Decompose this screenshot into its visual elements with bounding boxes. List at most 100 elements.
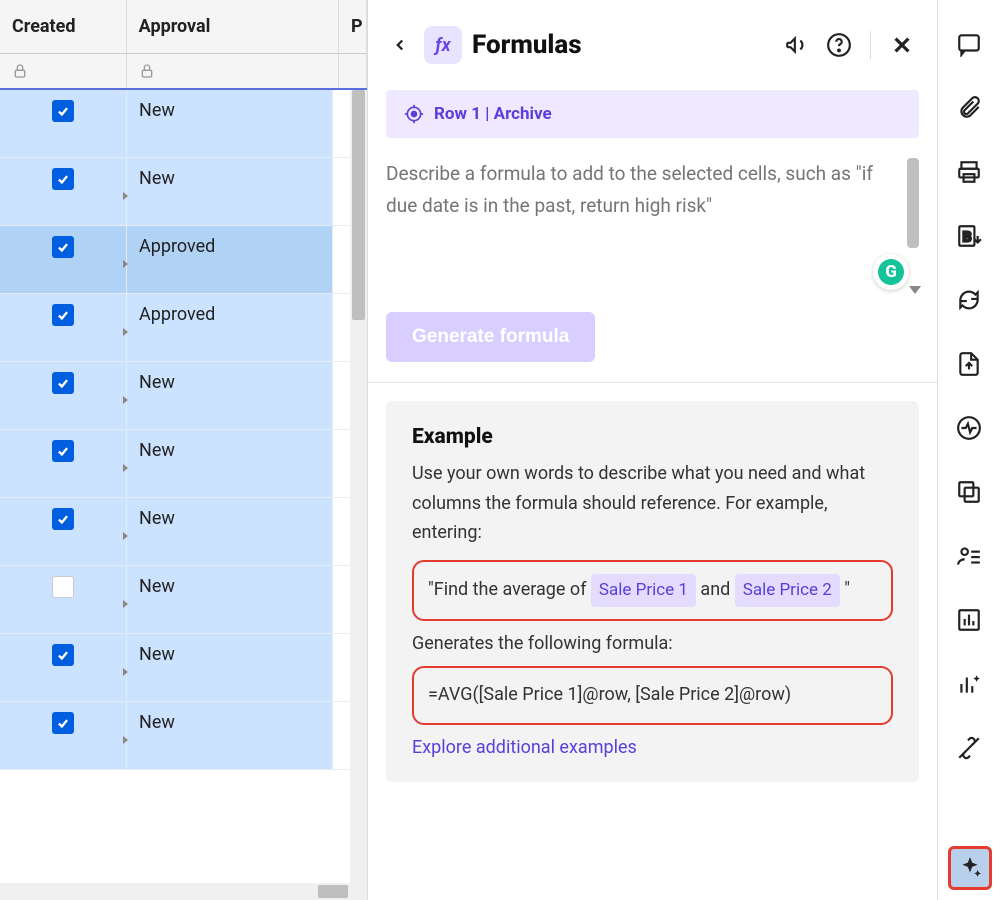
created-cell[interactable] <box>0 362 127 429</box>
context-label: Row 1 | Archive <box>434 104 552 124</box>
bold-download-icon[interactable]: B <box>953 220 985 252</box>
expand-caret-icon[interactable] <box>123 396 128 404</box>
horizontal-scrollbar[interactable] <box>0 883 350 900</box>
approval-cell[interactable]: New <box>127 158 333 225</box>
checkbox[interactable] <box>52 576 74 598</box>
activity-icon[interactable] <box>953 412 985 444</box>
divider <box>368 382 937 383</box>
chevron-down-icon[interactable] <box>909 286 921 294</box>
file-upload-icon[interactable] <box>953 348 985 380</box>
created-cell[interactable] <box>0 566 127 633</box>
back-button[interactable] <box>386 31 414 59</box>
table-row[interactable]: Approved <box>0 294 367 362</box>
ai-assistant-button[interactable] <box>948 846 992 890</box>
people-icon[interactable] <box>953 540 985 572</box>
expand-caret-icon[interactable] <box>123 668 128 676</box>
table-row[interactable]: New <box>0 90 367 158</box>
created-cell[interactable] <box>0 90 127 157</box>
table-row[interactable]: New <box>0 158 367 226</box>
approval-cell[interactable]: New <box>127 362 333 429</box>
grid-body: NewNewApprovedApprovedNewNewNewNewNewNew <box>0 90 367 900</box>
close-icon[interactable] <box>885 28 919 62</box>
approval-cell[interactable]: New <box>127 566 333 633</box>
expand-caret-icon[interactable] <box>123 464 128 472</box>
approval-cell[interactable]: New <box>127 634 333 701</box>
panel-title: Formulas <box>472 30 770 60</box>
example-heading: Example <box>412 425 893 449</box>
table-row[interactable]: New <box>0 362 367 430</box>
approval-cell[interactable]: Approved <box>127 226 333 293</box>
explore-examples-link[interactable]: Explore additional examples <box>412 737 637 758</box>
created-cell[interactable] <box>0 702 127 769</box>
example-quote-trailing: " <box>840 579 850 600</box>
table-row[interactable]: Approved <box>0 226 367 294</box>
table-row[interactable]: New <box>0 498 367 566</box>
created-cell[interactable] <box>0 226 127 293</box>
example-formula: =AVG([Sale Price 1]@row, [Sale Price 2]@… <box>428 684 791 705</box>
table-row[interactable]: New <box>0 634 367 702</box>
column-chip-sale-price-1: Sale Price 1 <box>591 574 696 607</box>
checkbox[interactable] <box>52 304 74 326</box>
grammarly-icon[interactable]: G <box>873 254 909 290</box>
checkbox[interactable] <box>52 100 74 122</box>
expand-caret-icon[interactable] <box>123 192 128 200</box>
connect-icon[interactable] <box>953 732 985 764</box>
approval-cell[interactable]: New <box>127 90 333 157</box>
approval-cell[interactable]: New <box>127 498 333 565</box>
created-cell[interactable] <box>0 158 127 225</box>
lock-icon <box>127 54 339 88</box>
checkbox[interactable] <box>52 508 74 530</box>
attachments-icon[interactable] <box>953 92 985 124</box>
expand-caret-icon[interactable] <box>123 736 128 744</box>
formula-description-input[interactable] <box>386 158 919 268</box>
horizontal-scrollbar-thumb[interactable] <box>318 885 348 898</box>
expand-caret-icon[interactable] <box>123 600 128 608</box>
expand-caret-icon[interactable] <box>123 328 128 336</box>
column-header-p[interactable]: P <box>339 0 367 53</box>
expand-caret-icon[interactable] <box>123 532 128 540</box>
checkbox[interactable] <box>52 644 74 666</box>
example-description: Use your own words to describe what you … <box>412 459 893 548</box>
lock-row <box>0 54 367 90</box>
chart-icon[interactable] <box>953 604 985 636</box>
formula-input-area: G <box>386 158 919 272</box>
refresh-icon[interactable] <box>953 284 985 316</box>
checkbox[interactable] <box>52 168 74 190</box>
megaphone-icon[interactable] <box>780 28 814 62</box>
example-quote-middle: and <box>696 579 735 600</box>
approval-cell[interactable]: New <box>127 430 333 497</box>
ai-chart-icon[interactable] <box>953 668 985 700</box>
example-card: Example Use your own words to describe w… <box>386 401 919 782</box>
checkbox[interactable] <box>52 236 74 258</box>
created-cell[interactable] <box>0 498 127 565</box>
created-cell[interactable] <box>0 430 127 497</box>
column-header-approval[interactable]: Approval <box>127 0 339 53</box>
expand-caret-icon[interactable] <box>123 260 128 268</box>
approval-cell[interactable]: New <box>127 702 333 769</box>
approval-cell[interactable]: Approved <box>127 294 333 361</box>
target-icon <box>404 104 424 124</box>
checkbox[interactable] <box>52 372 74 394</box>
checkbox[interactable] <box>52 440 74 462</box>
lock-cell-p <box>339 54 367 88</box>
created-cell[interactable] <box>0 294 127 361</box>
context-bar: Row 1 | Archive <box>386 90 919 138</box>
checkbox[interactable] <box>52 712 74 734</box>
comments-icon[interactable] <box>953 28 985 60</box>
generate-formula-button[interactable]: Generate formula <box>386 312 595 362</box>
vertical-scrollbar[interactable] <box>350 90 367 900</box>
textarea-scrollbar[interactable] <box>907 158 919 248</box>
table-row[interactable]: New <box>0 430 367 498</box>
vertical-scrollbar-thumb[interactable] <box>352 90 365 320</box>
print-icon[interactable] <box>953 156 985 188</box>
column-chip-sale-price-2: Sale Price 2 <box>735 574 840 607</box>
example-generates-label: Generates the following formula: <box>412 633 893 654</box>
table-row[interactable]: New <box>0 702 367 770</box>
help-icon[interactable] <box>822 28 856 62</box>
example-input-box: "Find the average of Sale Price 1 and Sa… <box>412 560 893 621</box>
column-header-created[interactable]: Created <box>0 0 127 53</box>
copy-icon[interactable] <box>953 476 985 508</box>
created-cell[interactable] <box>0 634 127 701</box>
panel-header: ƒx Formulas <box>386 18 919 72</box>
table-row[interactable]: New <box>0 566 367 634</box>
